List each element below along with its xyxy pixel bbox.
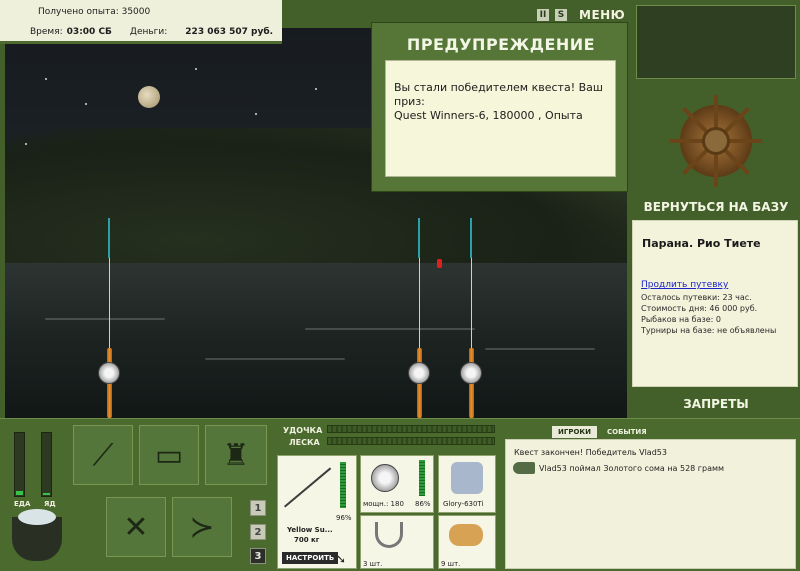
return-to-base-button[interactable]: ВЕРНУТЬСЯ НА БАЗУ — [636, 200, 796, 214]
permit-remaining: Осталось путевки: 23 час. — [641, 293, 752, 302]
rod-tip — [418, 218, 420, 258]
hook-count: 3 шт. — [363, 560, 383, 568]
rod-strength-label: УДОЧКА — [283, 426, 323, 435]
warning-title: ПРЕДУПРЕЖДЕНИЕ — [406, 35, 596, 54]
arrow-icon: ➘ — [336, 552, 347, 566]
money-value: 223 063 507 руб. — [185, 27, 274, 37]
reel-icon — [408, 362, 430, 384]
rod-condition-bar — [340, 462, 346, 508]
reel-power: мощн.: 180 — [363, 500, 404, 508]
rod-weight: 700 кг — [294, 536, 320, 544]
reel-icon — [460, 362, 482, 384]
hook-card[interactable]: 3 шт. — [360, 515, 434, 569]
warning-body: Вы стали победителем квеста! Ваш приз: Q… — [385, 60, 616, 177]
tab-events[interactable]: СОБЫТИЯ — [601, 426, 653, 438]
rod-condition: 96% — [336, 514, 352, 522]
food-label: ЕДА — [14, 500, 31, 508]
time-label: Время: — [30, 27, 63, 37]
food-utensils-icon[interactable]: ✕ — [106, 497, 166, 557]
line-spool-icon — [451, 462, 483, 494]
star — [255, 113, 257, 115]
page-1-button[interactable]: 1 — [250, 500, 266, 516]
warning-message-line2: Quest Winners-6, 180000 , Опыта — [394, 109, 583, 122]
reel-card[interactable]: мощн.: 180 86% — [360, 455, 434, 513]
chat-message: Квест закончен! Победитель Vlad53 — [514, 448, 667, 457]
fish-icon — [513, 462, 535, 474]
pot-icon[interactable] — [12, 509, 62, 561]
rods-icon[interactable]: ⟋ — [73, 425, 133, 485]
pause-button[interactable]: II — [537, 9, 549, 21]
star — [315, 88, 317, 90]
shrimp-bait-icon — [449, 524, 483, 546]
rod-card[interactable]: 96% Yellow Su... 700 кг НАСТРОИТЬ ➘ — [277, 455, 357, 569]
river-water[interactable] — [5, 263, 627, 418]
chat-message: Vlad53 поймал Золотого сома на 528 грамм — [539, 464, 725, 473]
menu-button[interactable]: МЕНЮ — [579, 8, 625, 22]
water-ripple — [45, 318, 165, 320]
rod-blank — [471, 258, 472, 348]
fishing-line-card[interactable]: Glory-630Ti — [438, 455, 496, 513]
tournaments-at-base: Турниры на базе: не объявлены — [641, 326, 777, 335]
bait-card[interactable]: 9 шт. — [438, 515, 496, 569]
star — [85, 103, 87, 105]
reel-icon — [371, 464, 399, 492]
star — [195, 68, 197, 70]
time-value: 03:00 СБ — [66, 27, 112, 37]
reel-condition: 86% — [415, 500, 431, 508]
food-meter — [14, 432, 25, 497]
poison-meter — [41, 432, 52, 497]
chat-panel[interactable]: Квест закончен! Победитель Vlad53 Vlad53… — [505, 439, 796, 569]
rod-tip — [108, 218, 110, 258]
bans-button[interactable]: ЗАПРЕТЫ — [636, 397, 796, 411]
extend-permit-link[interactable]: Продлить путевку — [641, 280, 728, 290]
moon — [138, 86, 160, 108]
rod-name: Yellow Su... — [287, 526, 333, 534]
rod-tip — [470, 218, 472, 258]
setup-button[interactable]: НАСТРОИТЬ — [282, 552, 339, 564]
rod-image — [284, 467, 332, 508]
bobber — [437, 259, 442, 268]
reel-condition-bar — [419, 460, 425, 496]
warning-dialog[interactable]: ПРЕДУПРЕЖДЕНИЕ Вы стали победителем квес… — [371, 22, 628, 192]
wheel-hub — [702, 127, 730, 155]
page-3-button[interactable]: 3 — [250, 548, 266, 564]
page-2-button[interactable]: 2 — [250, 524, 266, 540]
tackle-box-icon[interactable]: ▭ — [139, 425, 199, 485]
water-ripple — [205, 358, 345, 360]
right-top-panel — [636, 5, 796, 79]
reel-icon — [98, 362, 120, 384]
water-ripple — [305, 328, 475, 330]
water-ripple — [485, 348, 595, 350]
location-name: Парана. Рио Тиете — [642, 237, 761, 250]
rod-blank — [419, 258, 420, 348]
star — [25, 143, 27, 145]
star — [45, 78, 47, 80]
day-cost: Стоимость дня: 46 000 руб. — [641, 304, 758, 313]
line-name: Glory-630Ti — [443, 500, 484, 508]
rod-tension-bar — [327, 425, 495, 433]
warning-message-line1: Вы стали победителем квеста! Ваш приз: — [394, 81, 603, 108]
sound-button[interactable]: S — [555, 9, 567, 21]
rod-blank — [109, 258, 110, 348]
top-controls: II S МЕНЮ — [537, 8, 625, 22]
money-label: Деньги: — [129, 27, 168, 37]
bait-count: 9 шт. — [441, 560, 461, 568]
line-tension-bar — [327, 437, 495, 445]
hook-icon — [375, 522, 403, 548]
poison-label: ЯД — [44, 500, 56, 508]
pot-contents — [18, 509, 56, 525]
top-info-panel: Получено опыта: 35000 Время: 03:00 СБ Де… — [0, 0, 282, 44]
ship-wheel-icon[interactable] — [670, 95, 762, 187]
anglers-at-base: Рыбаков на базе: 0 — [641, 315, 721, 324]
fish-icon[interactable]: ≻ — [172, 497, 232, 557]
xp-label: Получено опыта: 35000 — [38, 7, 151, 17]
line-strength-label: ЛЕСКА — [289, 438, 320, 447]
tab-players[interactable]: ИГРОКИ — [552, 426, 597, 438]
location-info-box: Парана. Рио Тиете Продлить путевку Остал… — [632, 220, 798, 387]
chat-tabs: ИГРОКИ СОБЫТИЯ — [552, 426, 653, 438]
angler-icon[interactable]: ♜ — [205, 425, 267, 485]
